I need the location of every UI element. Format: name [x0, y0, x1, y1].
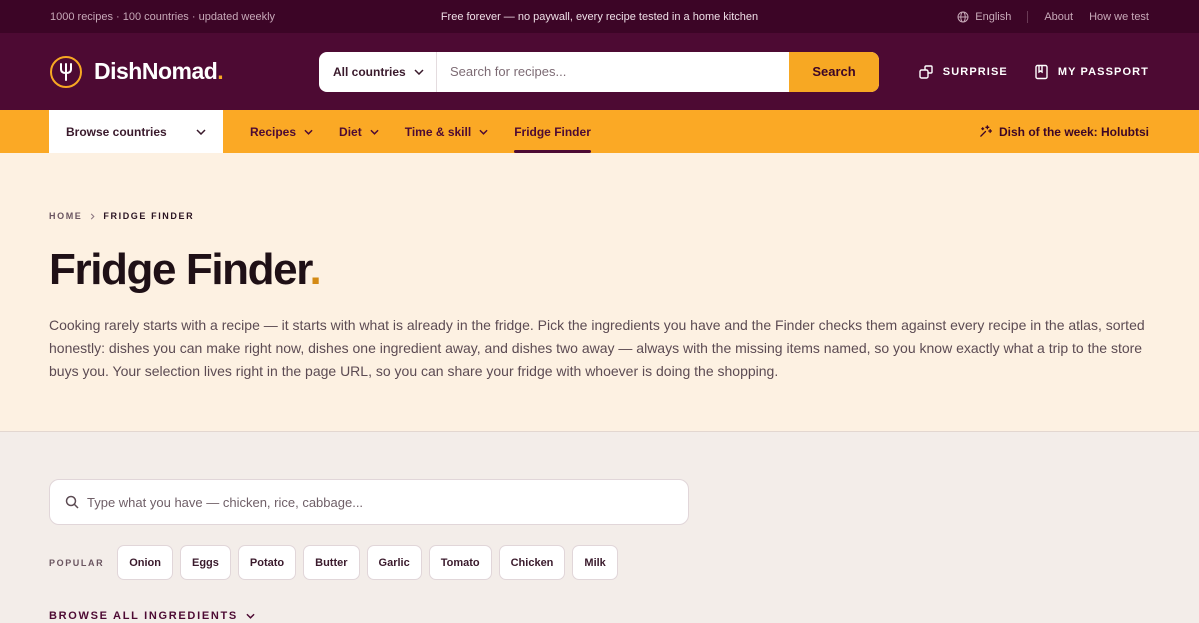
ingredient-chip-chicken[interactable]: Chicken — [498, 545, 566, 580]
chevron-down-icon — [196, 128, 206, 135]
chevron-down-icon — [246, 613, 255, 619]
chevron-down-icon — [414, 68, 424, 75]
nav-item-fridge-finder[interactable]: Fridge Finder — [514, 110, 591, 153]
header-actions: SURPRISE MY PASSPORT — [918, 64, 1149, 80]
brand-name: DishNomad. — [94, 58, 224, 84]
search-icon — [65, 495, 79, 509]
language-label: English — [975, 10, 1012, 23]
fridge-finder: POPULAR Onion Eggs Potato Butter Garlic … — [0, 432, 1199, 622]
about-link[interactable]: About — [1044, 11, 1073, 23]
breadcrumb-current: FRIDGE FINDER — [103, 211, 195, 221]
nav-item-label: Recipes — [250, 124, 297, 139]
ingredient-chip-potato[interactable]: Potato — [237, 545, 297, 580]
browse-all-label: BROWSE ALL INGREDIENTS — [49, 610, 238, 622]
popular-label: POPULAR — [49, 557, 105, 568]
nav-item-label: Diet — [339, 124, 362, 139]
recipe-search: All countries Search — [319, 51, 879, 92]
ingredient-search — [49, 479, 689, 525]
search-input[interactable] — [437, 51, 789, 92]
how-we-test-link[interactable]: How we test — [1089, 11, 1149, 23]
browse-countries-dropdown[interactable]: Browse countries — [49, 110, 223, 153]
chevron-down-icon — [304, 129, 313, 135]
nav-item-diet[interactable]: Diet — [339, 110, 379, 153]
divider — [1027, 10, 1029, 23]
browse-all-ingredients-toggle[interactable]: BROWSE ALL INGREDIENTS — [49, 610, 1149, 622]
site-stats: 1000 recipes · 100 countries · updated w… — [50, 10, 276, 23]
chevron-down-icon — [479, 129, 488, 135]
chevron-down-icon — [370, 129, 379, 135]
popular-ingredients: POPULAR Onion Eggs Potato Butter Garlic … — [49, 545, 1149, 580]
ingredient-chip-tomato[interactable]: Tomato — [428, 545, 492, 580]
passport-button[interactable]: MY PASSPORT — [1034, 64, 1149, 80]
dish-of-week-label: Dish of the week: Holubtsi — [998, 124, 1149, 139]
breadcrumb-home[interactable]: HOME — [49, 211, 82, 221]
dish-of-week-link[interactable]: Dish of the week: Holubtsi — [979, 110, 1149, 153]
passport-icon — [1035, 64, 1048, 79]
main-header: DishNomad. All countries Search SURPRISE… — [0, 33, 1199, 110]
globe-icon — [957, 11, 969, 22]
nav-item-time-skill[interactable]: Time & skill — [405, 110, 488, 153]
country-select-value: All countries — [333, 64, 406, 79]
ingredient-search-input[interactable] — [87, 494, 673, 510]
ingredient-chip-garlic[interactable]: Garlic — [366, 545, 422, 580]
ingredient-chip-eggs[interactable]: Eggs — [179, 545, 231, 580]
page-title: Fridge Finder. — [49, 245, 322, 294]
fork-logo-icon — [50, 55, 82, 88]
hero-section: HOME FRIDGE FINDER Fridge Finder. Cookin… — [0, 153, 1199, 432]
main-nav: Browse countries Recipes Diet Time & ski… — [0, 110, 1199, 153]
nav-items: Recipes Diet Time & skill Fridge Finder — [250, 110, 591, 153]
browse-countries-label: Browse countries — [66, 124, 167, 139]
passport-label: MY PASSPORT — [1057, 65, 1149, 78]
country-dropdown[interactable]: All countries — [319, 51, 437, 92]
surprise-label: SURPRISE — [942, 65, 1008, 78]
ingredient-chip-butter[interactable]: Butter — [303, 545, 360, 580]
logo[interactable]: DishNomad. — [50, 55, 319, 88]
nav-item-label: Time & skill — [404, 124, 472, 139]
top-strip: 1000 recipes · 100 countries · updated w… — [0, 0, 1199, 33]
page-intro: Cooking rarely starts with a recipe — it… — [49, 317, 1145, 380]
nav-item-label: Fridge Finder — [514, 124, 591, 139]
top-links: English About How we test — [957, 10, 1149, 23]
nav-item-recipes[interactable]: Recipes — [250, 110, 313, 153]
chevron-right-icon — [91, 213, 95, 219]
breadcrumb: HOME FRIDGE FINDER — [49, 211, 1149, 221]
shuffle-icon — [919, 64, 933, 79]
ingredient-chip-onion[interactable]: Onion — [117, 545, 173, 580]
sparkle-icon — [980, 125, 992, 137]
surprise-button[interactable]: SURPRISE — [918, 64, 1008, 80]
search-button[interactable]: Search — [789, 51, 879, 92]
ingredient-chip-milk[interactable]: Milk — [572, 545, 618, 580]
language-switcher[interactable]: English — [957, 11, 1011, 23]
